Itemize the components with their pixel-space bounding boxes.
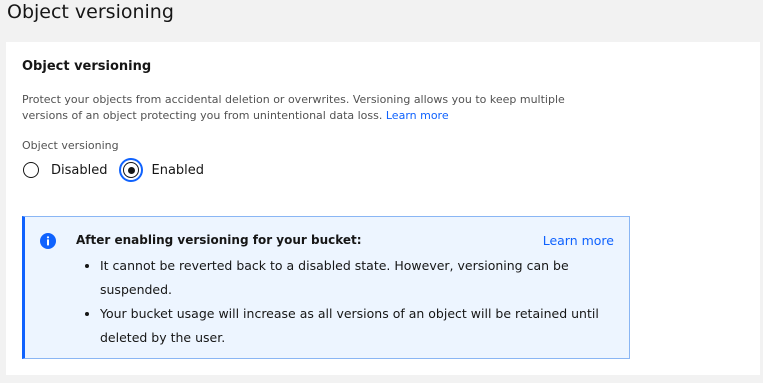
page-title: Object versioning: [7, 1, 174, 23]
notification-learn-more-link[interactable]: Learn more: [543, 233, 614, 248]
description-learn-more-link[interactable]: Learn more: [386, 109, 449, 122]
info-notification: After enabling versioning for your bucke…: [22, 216, 630, 359]
notification-title: After enabling versioning for your bucke…: [76, 233, 362, 247]
versioning-field-label: Object versioning: [22, 139, 119, 152]
section-description: Protect your objects from accidental del…: [22, 92, 602, 124]
versioning-card: Object versioning Protect your objects f…: [6, 42, 760, 375]
radio-disabled[interactable]: Disabled: [23, 162, 107, 178]
radio-enabled-circle[interactable]: [123, 162, 140, 178]
radio-disabled-label[interactable]: Disabled: [51, 163, 107, 178]
description-text: Protect your objects from accidental del…: [22, 93, 565, 122]
radio-enabled-label[interactable]: Enabled: [151, 163, 204, 178]
notification-list: It cannot be reverted back to a disabled…: [83, 254, 620, 350]
section-title: Object versioning: [22, 59, 152, 74]
radio-enabled[interactable]: Enabled: [123, 162, 204, 178]
info-icon: [40, 233, 56, 249]
radio-disabled-circle[interactable]: [23, 162, 39, 178]
list-item: Your bucket usage will increase as all v…: [100, 302, 620, 350]
versioning-radio-group: Disabled Enabled: [23, 162, 220, 178]
list-item: It cannot be reverted back to a disabled…: [100, 254, 620, 302]
